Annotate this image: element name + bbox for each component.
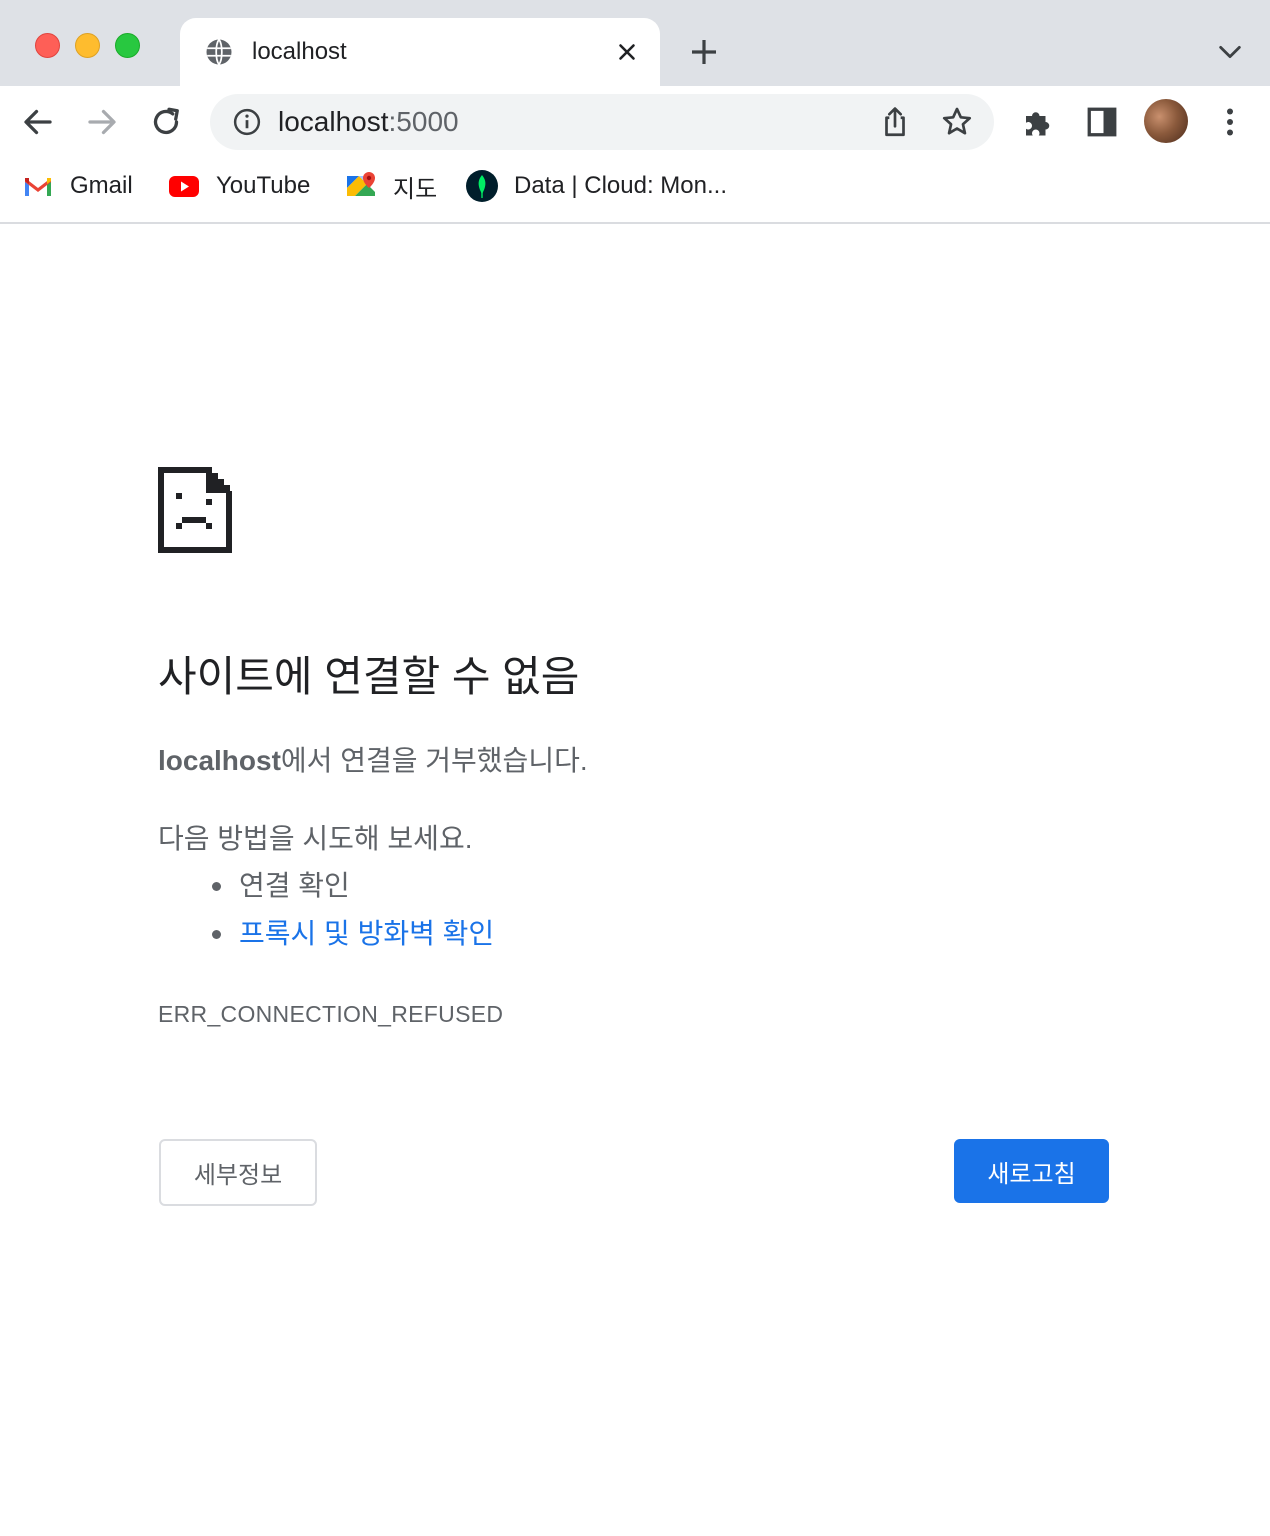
more-vert-icon[interactable]	[1212, 104, 1248, 140]
bookmark-youtube[interactable]: YouTube	[168, 170, 310, 202]
bookmark-mongodb[interactable]: Data | Cloud: Mon...	[466, 170, 727, 202]
mongodb-leaf-icon	[466, 170, 498, 202]
forward-arrow-icon[interactable]	[84, 104, 120, 140]
new-tab-plus-icon[interactable]	[688, 36, 720, 68]
tab-strip: localhost	[0, 0, 1270, 86]
suggestion-check-connection: 연결 확인	[212, 867, 350, 905]
tab-title: localhost	[252, 38, 347, 65]
error-message: localhost에서 연결을 거부했습니다.	[158, 742, 588, 780]
error-host: localhost	[158, 745, 281, 776]
close-icon[interactable]	[614, 39, 640, 65]
maps-icon	[347, 172, 375, 196]
url-host: localhost	[278, 106, 389, 137]
profile-avatar[interactable]	[1144, 99, 1188, 143]
suggestion-check-proxy-firewall[interactable]: 프록시 및 방화벽 확인	[212, 915, 494, 953]
bookmark-label: Gmail	[70, 172, 133, 199]
youtube-icon	[169, 176, 199, 197]
error-heading: 사이트에 연결할 수 없음	[158, 653, 580, 700]
browser-toolbar: localhost:5000	[0, 86, 1270, 158]
chevron-down-icon[interactable]	[1216, 40, 1244, 64]
suggestion-label: 연결 확인	[239, 870, 350, 901]
window-zoom-button[interactable]	[115, 33, 140, 58]
try-heading: 다음 방법을 시도해 보세요.	[158, 823, 473, 854]
details-button[interactable]: 세부정보	[159, 1139, 317, 1206]
url-port: :5000	[388, 106, 459, 137]
suggestion-link[interactable]: 프록시 및 방화벽 확인	[239, 915, 494, 953]
share-icon[interactable]	[878, 105, 912, 139]
error-refused-text: 에서 연결을 거부했습니다.	[280, 745, 588, 776]
info-icon[interactable]	[232, 107, 262, 137]
gmail-icon	[25, 178, 51, 196]
bookmark-label: Data | Cloud: Mon...	[514, 172, 727, 199]
extensions-puzzle-icon[interactable]	[1020, 104, 1056, 140]
bookmark-maps[interactable]: 지도	[345, 170, 438, 203]
reload-button[interactable]: 새로고침	[954, 1139, 1109, 1203]
reload-icon[interactable]	[148, 104, 184, 140]
star-icon[interactable]	[940, 105, 974, 139]
address-bar[interactable]: localhost:5000	[210, 94, 994, 150]
globe-icon	[206, 38, 232, 66]
bullet	[212, 929, 221, 939]
tab-localhost[interactable]: localhost	[180, 18, 660, 86]
bookmark-gmail[interactable]: Gmail	[22, 170, 133, 202]
bullet	[212, 881, 221, 891]
back-arrow-icon[interactable]	[20, 104, 56, 140]
side-panel-icon[interactable]	[1084, 104, 1120, 140]
error-code: ERR_CONNECTION_REFUSED	[158, 1001, 504, 1027]
bookmarks-bar: Gmail YouTube 지도 Data | Cloud: Mon...	[0, 158, 1270, 224]
sad-file-icon	[158, 467, 232, 553]
bookmark-label: YouTube	[216, 172, 311, 199]
bookmark-label: 지도	[393, 175, 438, 203]
url-text[interactable]: localhost:5000	[278, 106, 459, 138]
window-close-button[interactable]	[35, 33, 60, 58]
window-minimize-button[interactable]	[75, 33, 100, 58]
